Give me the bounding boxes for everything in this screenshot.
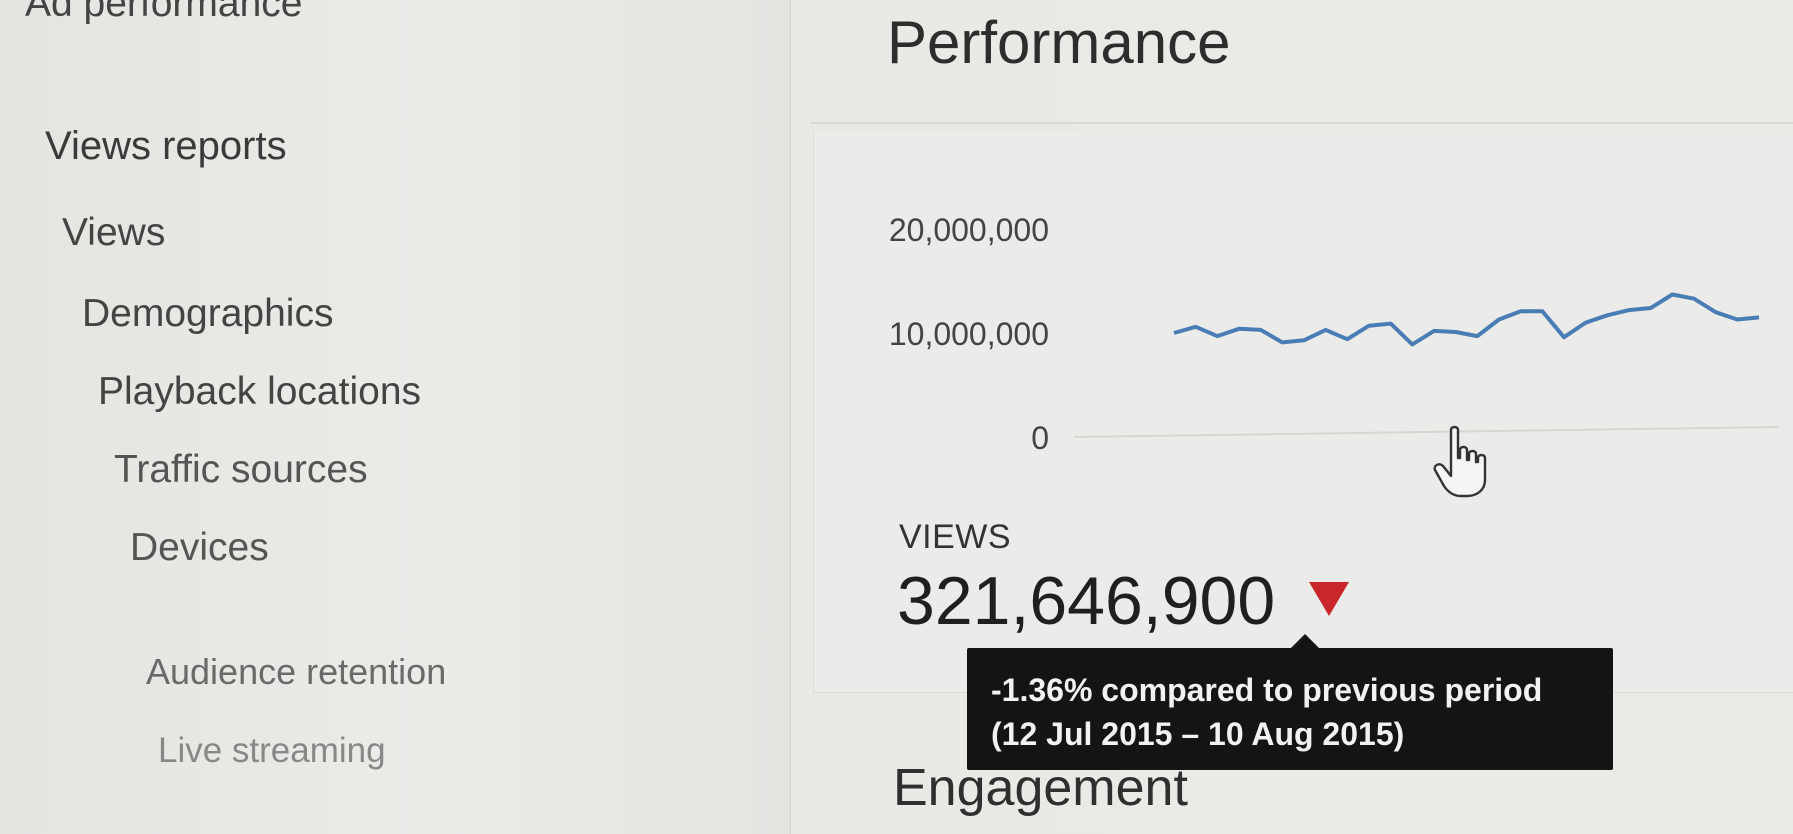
trend-down-icon[interactable] bbox=[1309, 582, 1349, 616]
page: Ad performance Views reports Views Demog… bbox=[0, 0, 1793, 834]
views-data-point[interactable] bbox=[1536, 305, 1548, 317]
views-data-point[interactable] bbox=[1341, 333, 1353, 345]
sidebar-item-live-streaming[interactable]: Live streaming bbox=[158, 731, 386, 771]
views-data-point[interactable] bbox=[1558, 331, 1570, 343]
views-data-point[interactable] bbox=[1233, 323, 1245, 335]
sidebar-item-traffic-sources[interactable]: Traffic sources bbox=[114, 448, 368, 492]
title-divider bbox=[811, 122, 1793, 124]
views-data-point[interactable] bbox=[1753, 311, 1765, 323]
views-data-point[interactable] bbox=[1645, 302, 1657, 314]
chart-baseline bbox=[1073, 426, 1780, 438]
views-data-point[interactable] bbox=[1450, 326, 1462, 338]
sidebar-item-views[interactable]: Views bbox=[62, 211, 165, 255]
sidebar-item-audience-retention[interactable]: Audience retention bbox=[146, 651, 446, 693]
views-data-point[interactable] bbox=[1298, 334, 1310, 346]
views-data-point[interactable] bbox=[1710, 306, 1722, 318]
views-data-point[interactable] bbox=[1385, 318, 1397, 330]
page-title: Performance bbox=[887, 9, 1231, 76]
views-data-point[interactable] bbox=[1623, 304, 1635, 316]
sidebar-item-playback-locations[interactable]: Playback locations bbox=[98, 370, 421, 414]
hand-pointer-icon bbox=[1433, 425, 1487, 498]
views-data-point[interactable] bbox=[1276, 336, 1288, 348]
views-data-point[interactable] bbox=[1515, 305, 1527, 317]
views-data-point[interactable] bbox=[1406, 338, 1418, 350]
views-data-point[interactable] bbox=[1211, 330, 1223, 342]
views-data-point[interactable] bbox=[1363, 320, 1375, 332]
sidebar-item-demographics[interactable]: Demographics bbox=[82, 292, 333, 336]
tooltip-line-period: (12 Jul 2015 – 10 Aug 2015) bbox=[991, 716, 1405, 752]
views-data-point[interactable] bbox=[1666, 289, 1678, 301]
y-tick-label: 10,000,000 bbox=[889, 316, 1049, 352]
views-data-point[interactable] bbox=[1731, 314, 1743, 326]
views-series-line[interactable] bbox=[1173, 292, 1760, 347]
views-data-point[interactable] bbox=[1428, 325, 1440, 337]
views-data-point[interactable] bbox=[1688, 293, 1700, 305]
views-data-point[interactable] bbox=[1168, 327, 1180, 339]
sidebar: Ad performance Views reports Views Demog… bbox=[0, 0, 791, 834]
views-data-point[interactable] bbox=[1601, 309, 1613, 321]
main-content: Performance 20,000,000 10,000,000 0 VIEWS … bbox=[791, 0, 1793, 834]
y-tick-label: 0 bbox=[1031, 420, 1049, 456]
y-tick-label: 20,000,000 bbox=[889, 212, 1049, 248]
metric-value[interactable]: 321,646,900 bbox=[897, 562, 1275, 640]
sidebar-heading-views-reports[interactable]: Views reports bbox=[45, 124, 287, 169]
views-data-point[interactable] bbox=[1320, 324, 1332, 336]
sidebar-item-devices[interactable]: Devices bbox=[130, 526, 269, 570]
metric-label: VIEWS bbox=[899, 518, 1012, 556]
tooltip-line-change: -1.36% compared to previous period bbox=[991, 672, 1543, 708]
views-data-point[interactable] bbox=[1580, 317, 1592, 329]
views-data-point[interactable] bbox=[1471, 330, 1483, 342]
views-data-point[interactable] bbox=[1493, 314, 1505, 326]
views-data-point[interactable] bbox=[1255, 324, 1267, 336]
comparison-tooltip: -1.36% compared to previous period (12 J… bbox=[967, 648, 1613, 770]
views-data-point[interactable] bbox=[1190, 321, 1202, 333]
views-line-chart[interactable]: 20,000,000 10,000,000 0 bbox=[814, 132, 1793, 472]
sidebar-item-ad-performance[interactable]: Ad performance bbox=[25, 0, 302, 26]
